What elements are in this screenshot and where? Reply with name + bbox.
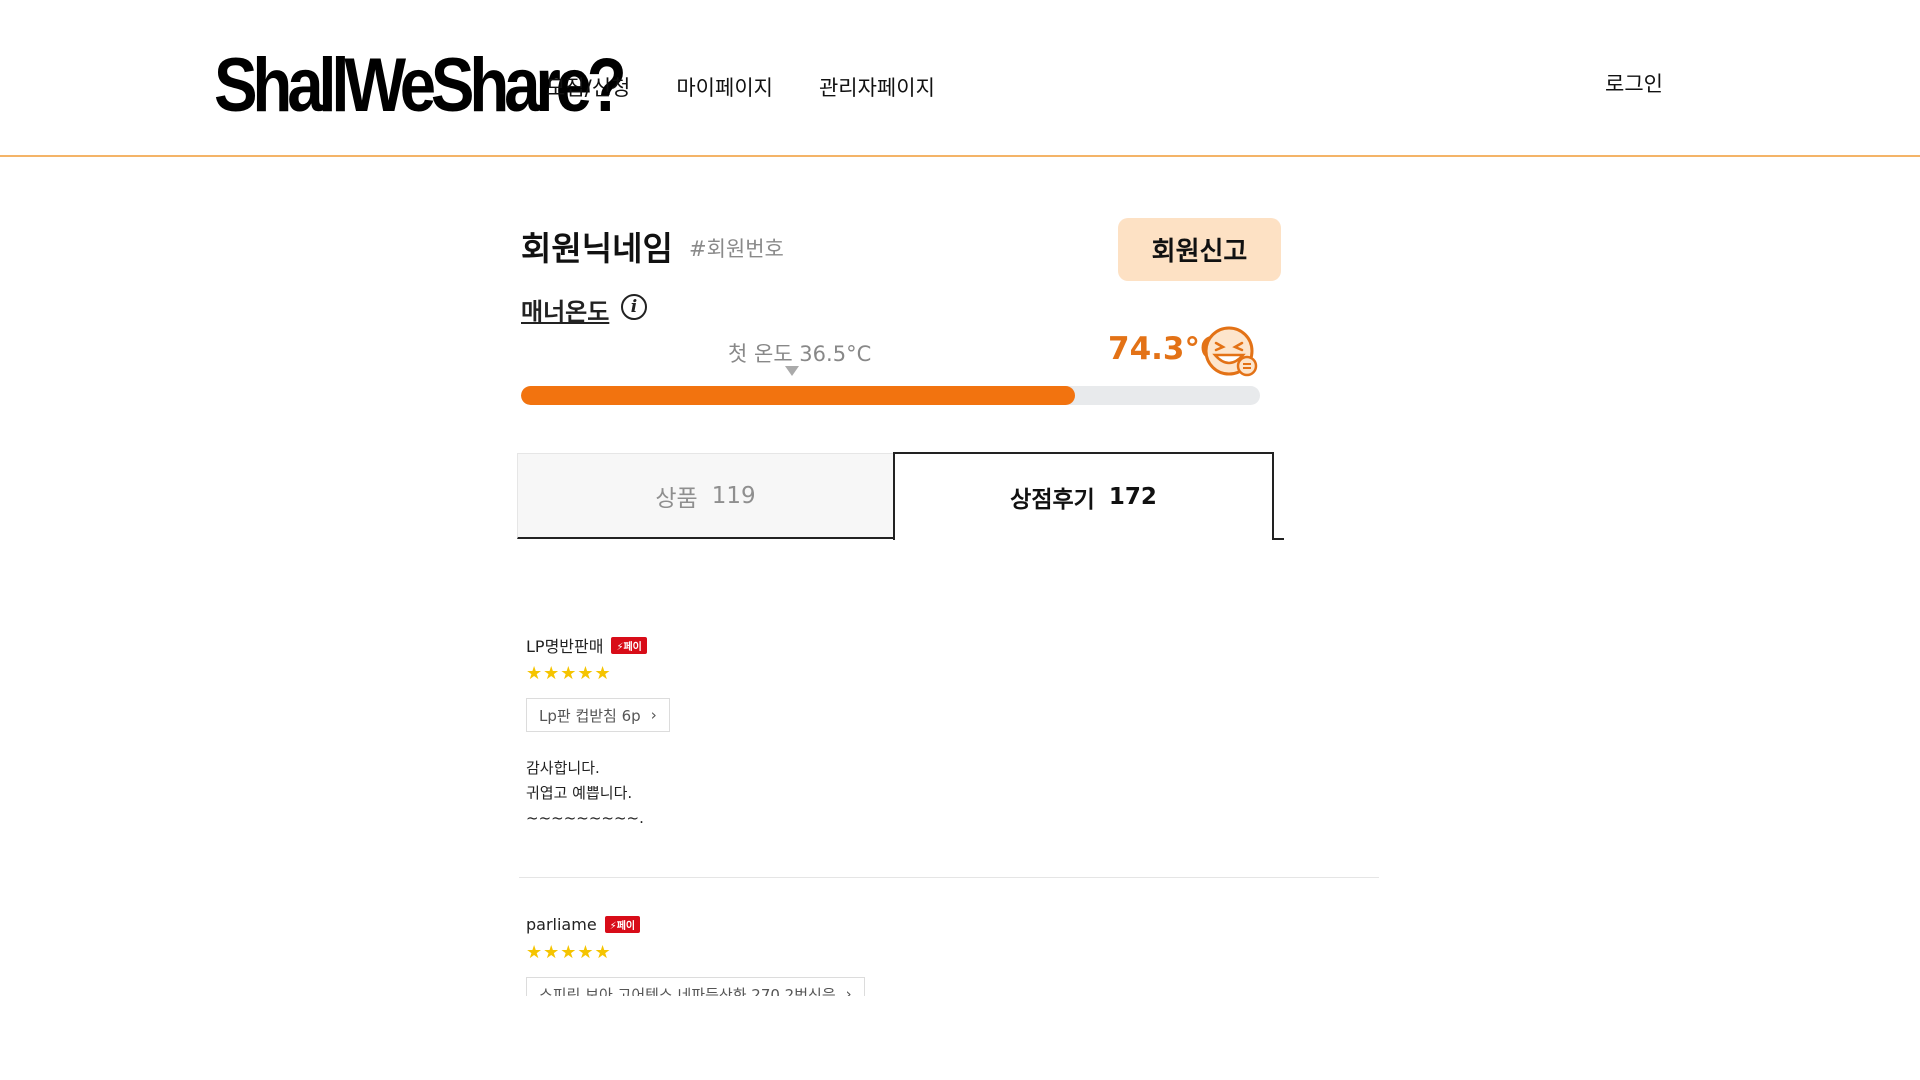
tab-reviews-label: 상점후기 xyxy=(1010,487,1095,513)
reviewer-name[interactable]: LP명반판매 xyxy=(526,633,603,657)
review-item: parliame ⚡페이 ★★★★★ 스피릿 보아 고어텍스 네파등산화 270… xyxy=(526,913,1386,996)
review-text-line: 귀엽고 예쁩니다. xyxy=(526,784,633,802)
manner-temperature-label[interactable]: 매너온도 xyxy=(521,292,609,327)
main-nav: 모집/신청 마이페이지 관리자페이지 xyxy=(546,74,981,102)
temperature-bar-fill xyxy=(521,386,1076,405)
tab-products[interactable]: 상품 119 xyxy=(517,453,894,539)
tab-products-label: 상품 xyxy=(655,485,698,512)
tab-shop-reviews[interactable]: 상점후기 172 xyxy=(893,452,1274,540)
site-header: ShallWeShare? 모집/신청 마이페이지 관리자페이지 로그인 xyxy=(0,0,1920,158)
reviewer-name[interactable]: parliame xyxy=(526,915,597,934)
tab-reviews-count: 172 xyxy=(1108,484,1157,510)
review-product-link[interactable]: 스피릿 보아 고어텍스 네파등산화 270 2번신음 › xyxy=(526,977,865,996)
review-product-name: 스피릿 보아 고어텍스 네파등산화 270 2번신음 xyxy=(539,985,836,997)
nav-item-admin[interactable]: 관리자페이지 xyxy=(819,74,935,102)
pay-badge: ⚡페이 xyxy=(611,636,647,654)
review-text-line: ~~~~~~~~~. xyxy=(526,809,644,827)
login-link[interactable]: 로그인 xyxy=(1605,68,1663,98)
chevron-right-icon: › xyxy=(650,706,657,724)
first-temperature-marker xyxy=(785,366,799,376)
pay-badge: ⚡페이 xyxy=(604,915,641,933)
rating-stars: ★★★★★ xyxy=(526,663,612,684)
report-member-button[interactable]: 회원신고 xyxy=(1118,218,1281,281)
tab-underline xyxy=(1272,538,1284,540)
review-divider xyxy=(519,877,1379,878)
review-text-line: 감사합니다. xyxy=(526,759,600,777)
review-product-name: Lp판 컵받침 6p xyxy=(539,706,641,725)
rating-stars: ★★★★★ xyxy=(526,942,612,963)
tab-products-count: 119 xyxy=(711,482,756,509)
nav-item-recruit[interactable]: 모집/신청 xyxy=(546,74,630,102)
laughing-face-icon xyxy=(1204,326,1258,377)
info-icon[interactable]: i xyxy=(621,294,647,320)
temperature-bar xyxy=(521,386,1260,405)
member-number: #회원번호 xyxy=(689,237,784,261)
review-item: LP명반판매 ⚡페이 ★★★★★ Lp판 컵받침 6p › 감사합니다. 귀엽고… xyxy=(526,634,1386,831)
chevron-right-icon: › xyxy=(845,985,852,996)
review-product-link[interactable]: Lp판 컵받침 6p › xyxy=(526,698,670,732)
review-text: 감사합니다. 귀엽고 예쁩니다. ~~~~~~~~~. xyxy=(526,756,1386,831)
page: ShallWeShare? 모집/신청 마이페이지 관리자페이지 로그인 회원닉… xyxy=(0,0,1920,996)
member-nickname: 회원닉네임 xyxy=(521,229,673,268)
header-divider xyxy=(0,155,1920,157)
nav-item-mypage[interactable]: 마이페이지 xyxy=(676,74,773,102)
first-temperature-label: 첫 온도 36.5°C xyxy=(728,342,872,366)
